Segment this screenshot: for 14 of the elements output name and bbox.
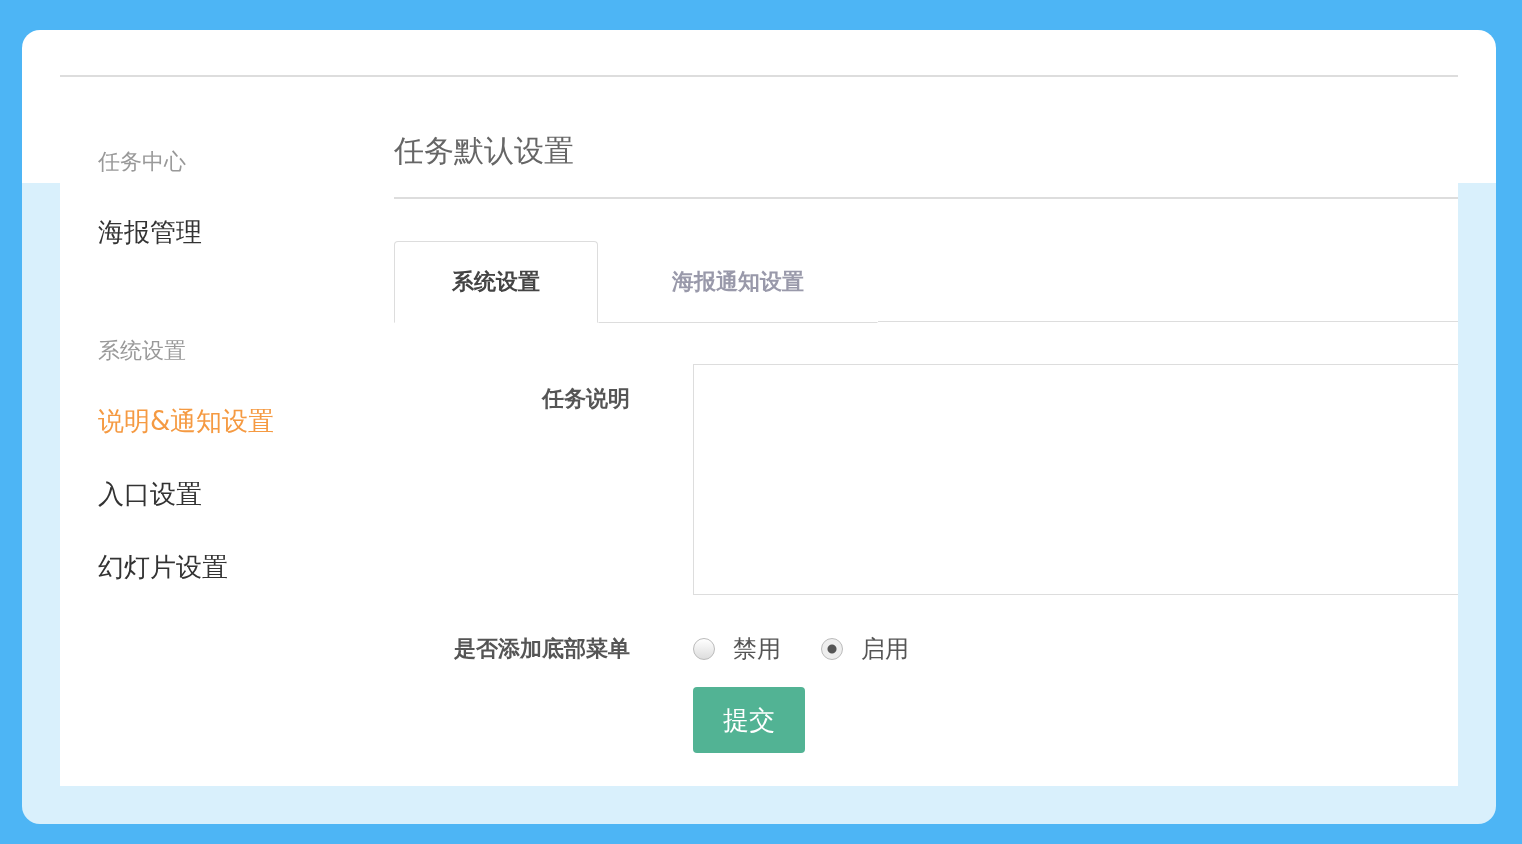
field-label: 任务说明 [540,385,631,413]
description-textarea[interactable] [693,364,1458,595]
radio-button[interactable] [693,638,715,660]
tab[interactable]: 系统设置 [394,241,598,323]
radio-label: 禁用 [733,634,781,665]
page-title: 任务默认设置 [394,129,1458,199]
sidebar-item[interactable]: 幻灯片设置 [98,550,228,584]
radio-label: 启用 [861,634,909,665]
sidebar-group-title: 系统设置 [98,337,187,365]
radio-button[interactable] [821,638,843,660]
sidebar-group-title: 任务中心 [98,148,187,176]
field-label: 是否添加底部菜单 [453,635,631,663]
sidebar-item[interactable]: 入口设置 [98,477,202,511]
sidebar-item[interactable]: 海报管理 [98,215,202,249]
